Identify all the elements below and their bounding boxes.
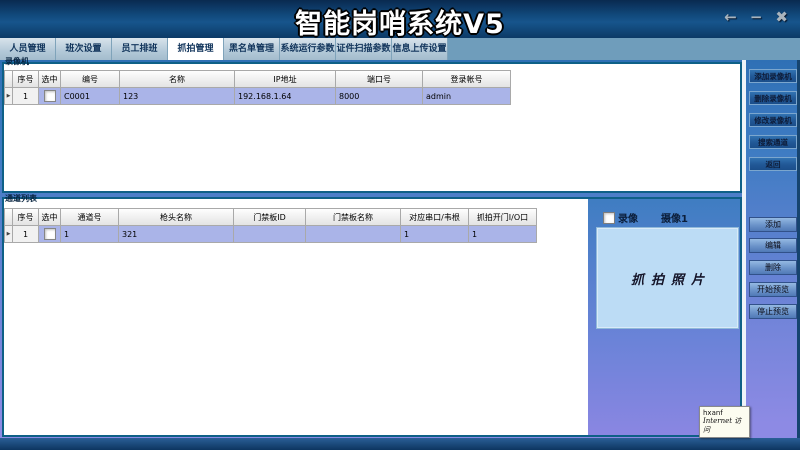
start-preview-button[interactable]: 开始预览 [749, 282, 797, 297]
tab-system-run-params[interactable]: 系统运行参数 [280, 38, 336, 60]
delete-recorder-button[interactable]: 删除录像机 [749, 91, 797, 105]
tab-id-scan-params[interactable]: 证件扫描参数 [336, 38, 392, 60]
modify-recorder-button[interactable]: 修改录像机 [749, 113, 797, 127]
row-seq-cell: 1 [13, 226, 39, 243]
column-header: IP地址 [235, 70, 336, 88]
tooltip-line2: Internet 访问 [703, 417, 746, 435]
channel-table-row[interactable]: 1 1 321 1 1 [4, 226, 537, 243]
column-header: 选中 [39, 208, 61, 226]
camera-label: 摄像1 [661, 210, 688, 225]
tab-blacklist-management[interactable]: 黑名单管理 [224, 38, 280, 60]
close-icon[interactable]: ✖ [775, 7, 788, 27]
tab-info-upload-settings[interactable]: 信息上传设置 [392, 38, 448, 60]
title-bar: 智能岗哨系统V5 ← − ✖ [0, 0, 800, 38]
tab-capture-management[interactable]: 抓拍管理 [168, 38, 224, 60]
edit-channel-button[interactable]: 编辑 [749, 238, 797, 253]
column-header: 门禁板ID [234, 208, 306, 226]
recorder-group-label: 录像机 [5, 56, 29, 67]
add-recorder-button[interactable]: 添加录像机 [749, 69, 797, 83]
row-select-checkbox[interactable] [44, 228, 56, 240]
recorder-table: 序号 选中 编号 名称 IP地址 端口号 登录帐号 1 C0001 123 19… [4, 70, 511, 105]
door-board-name-cell [306, 226, 401, 243]
tab-shift-settings[interactable]: 班次设置 [56, 38, 112, 60]
recorder-account-cell: admin [423, 88, 511, 105]
row-check-cell [39, 226, 61, 243]
tab-bar: 人员管理 班次设置 员工排班 抓拍管理 黑名单管理 系统运行参数 证件扫描参数 … [0, 38, 800, 60]
recorder-port-cell: 8000 [336, 88, 423, 105]
return-button[interactable]: 返回 [749, 157, 797, 171]
network-tooltip: hxanf Internet 访问 [699, 406, 750, 438]
tooltip-line1: hxanf [703, 409, 746, 417]
recorder-code-cell: C0001 [61, 88, 120, 105]
app-window: 智能岗哨系统V5 ← − ✖ 人员管理 班次设置 员工排班 抓拍管理 黑名单管理… [0, 0, 800, 450]
row-check-cell [39, 88, 61, 105]
stop-preview-button[interactable]: 停止预览 [749, 304, 797, 319]
column-header: 选中 [39, 70, 61, 88]
column-header: 通道号 [61, 208, 119, 226]
row-selector-arrow-icon [4, 226, 13, 243]
minimize-icon[interactable]: − [750, 7, 763, 27]
record-label: 录像 [618, 210, 638, 225]
recorder-table-header: 序号 选中 编号 名称 IP地址 端口号 登录帐号 [4, 70, 511, 88]
channel-number-cell: 1 [61, 226, 119, 243]
column-header: 对应串口/韦根 [401, 208, 469, 226]
snapshot-photo-placeholder: 抓拍照片 [624, 269, 711, 288]
channel-group-label: 通道列表 [5, 193, 37, 204]
column-header: 枪头名称 [119, 208, 234, 226]
add-channel-button[interactable]: 添加 [749, 217, 797, 232]
window-controls: ← − ✖ [724, 7, 788, 27]
recorder-ip-cell: 192.168.1.64 [235, 88, 336, 105]
delete-channel-button[interactable]: 删除 [749, 260, 797, 275]
channel-table-header: 序号 选中 通道号 枪头名称 门禁板ID 门禁板名称 对应串口/韦根 抓拍开门I… [4, 208, 537, 226]
column-header: 编号 [61, 70, 120, 88]
snapshot-photo-box: 抓拍照片 [596, 227, 739, 329]
column-header: 序号 [13, 208, 39, 226]
main-area: 录像机 序号 选中 编号 名称 IP地址 端口号 登录帐号 1 C0001 [0, 60, 800, 438]
channel-table: 序号 选中 通道号 枪头名称 门禁板ID 门禁板名称 对应串口/韦根 抓拍开门I… [4, 208, 537, 243]
vertical-separator [742, 60, 746, 438]
column-header: 名称 [120, 70, 235, 88]
page-title: 智能岗哨系统V5 [0, 2, 800, 41]
tab-staff-scheduling[interactable]: 员工排班 [112, 38, 168, 60]
capture-io-cell: 1 [469, 226, 537, 243]
column-header: 抓拍开门I/O口 [469, 208, 537, 226]
header-gutter-cell [4, 208, 13, 226]
camera-name-cell: 321 [119, 226, 234, 243]
row-select-checkbox[interactable] [44, 90, 56, 102]
serial-port-cell: 1 [401, 226, 469, 243]
back-icon[interactable]: ← [724, 7, 737, 27]
recorder-table-row[interactable]: 1 C0001 123 192.168.1.64 8000 admin [4, 88, 511, 105]
record-checkbox[interactable] [603, 212, 615, 224]
column-header: 序号 [13, 70, 39, 88]
row-seq-cell: 1 [13, 88, 39, 105]
search-channel-button[interactable]: 搜索通道 [749, 135, 797, 149]
recorder-name-cell: 123 [120, 88, 235, 105]
bottom-frame [0, 438, 800, 450]
column-header: 端口号 [336, 70, 423, 88]
header-gutter-cell [4, 70, 13, 88]
row-selector-arrow-icon [4, 88, 13, 105]
column-header: 门禁板名称 [306, 208, 401, 226]
column-header: 登录帐号 [423, 70, 511, 88]
door-board-id-cell [234, 226, 306, 243]
